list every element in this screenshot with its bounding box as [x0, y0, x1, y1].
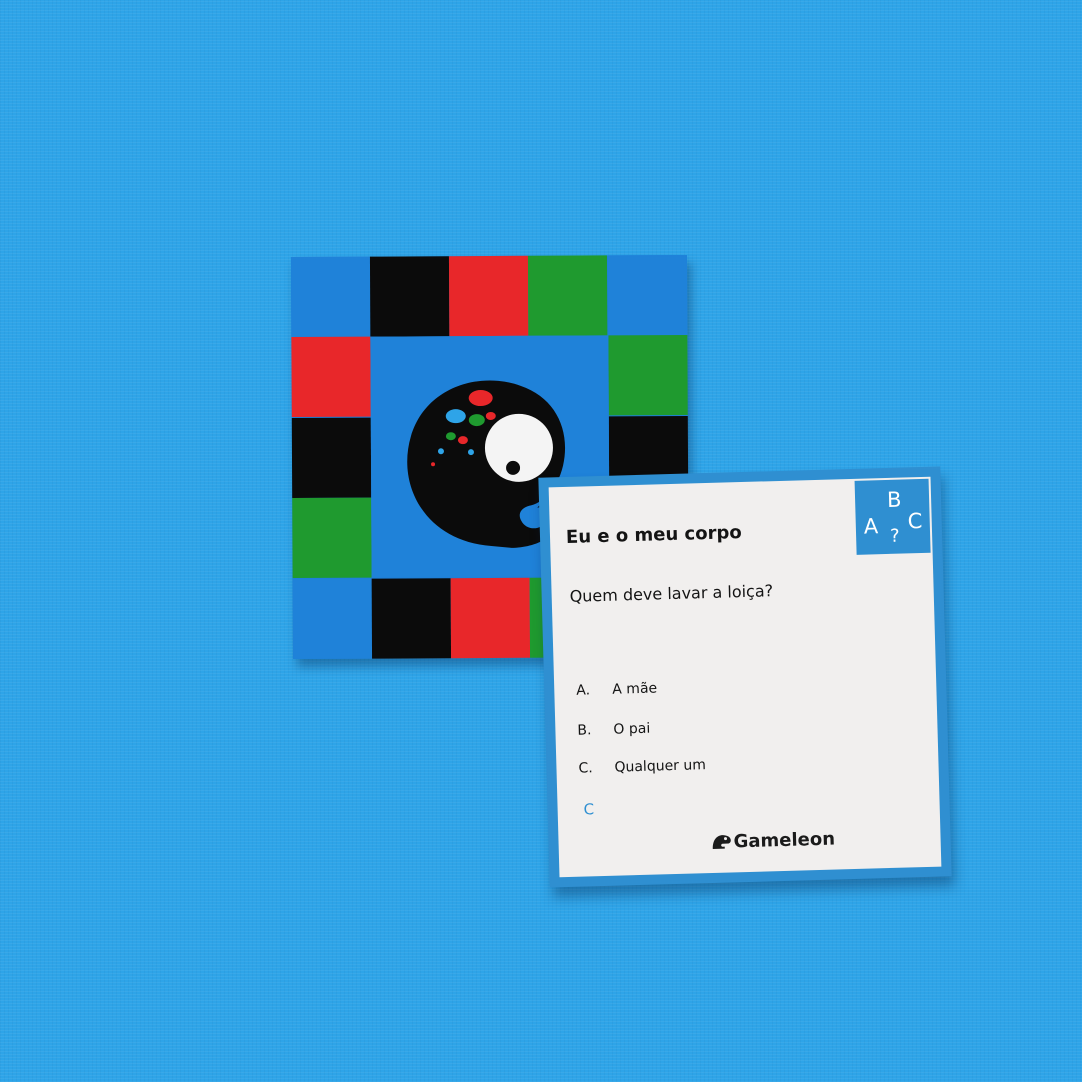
option-a: A. A mãe [576, 680, 657, 698]
grid-cell-blue [290, 256, 371, 338]
chameleon-logo-icon [712, 835, 731, 849]
grid-cell-red [448, 255, 529, 337]
question-card-face: A B C ? Eu e o meu corpo Quem deve lavar… [548, 476, 942, 878]
option-b-letter: B. [577, 722, 592, 739]
abc-badge-letter-a: A [863, 514, 879, 539]
option-c-text: Qualquer um [614, 757, 707, 776]
option-a-letter: A. [576, 682, 591, 699]
grid-cell-green [527, 255, 608, 336]
option-b-text: O pai [613, 720, 651, 738]
option-b: B. O pai [577, 721, 650, 739]
option-c-letter: C. [578, 760, 593, 777]
photo-scene: A B C ? Eu e o meu corpo Quem deve lavar… [0, 0, 1082, 1082]
grid-cell-blue [607, 254, 688, 336]
answer-key: C [583, 800, 595, 819]
option-c: C. Qualquer um [578, 757, 706, 777]
grid-cell-green [292, 497, 372, 579]
abc-badge-letter-c: C [907, 508, 923, 534]
card-title: Eu e o meu corpo [565, 522, 742, 548]
question-text: Quem deve lavar a loiça? [569, 581, 774, 606]
brand-logo: Gameleon [710, 828, 835, 853]
grid-cell-green [608, 334, 688, 416]
grid-cell-blue [292, 578, 373, 660]
question-card: A B C ? Eu e o meu corpo Quem deve lavar… [538, 466, 952, 888]
abc-badge-question-mark: ? [889, 525, 900, 547]
option-a-text: A mãe [612, 680, 658, 698]
abc-badge-letter-b: B [886, 487, 902, 512]
grid-cell-black [291, 417, 372, 499]
grid-cell-black [371, 578, 452, 659]
brand-name: Gameleon [733, 828, 836, 853]
abc-badge: A B C ? [854, 478, 931, 555]
grid-cell-black [369, 256, 450, 337]
grid-cell-red [450, 577, 531, 659]
grid-cell-red [291, 336, 371, 418]
